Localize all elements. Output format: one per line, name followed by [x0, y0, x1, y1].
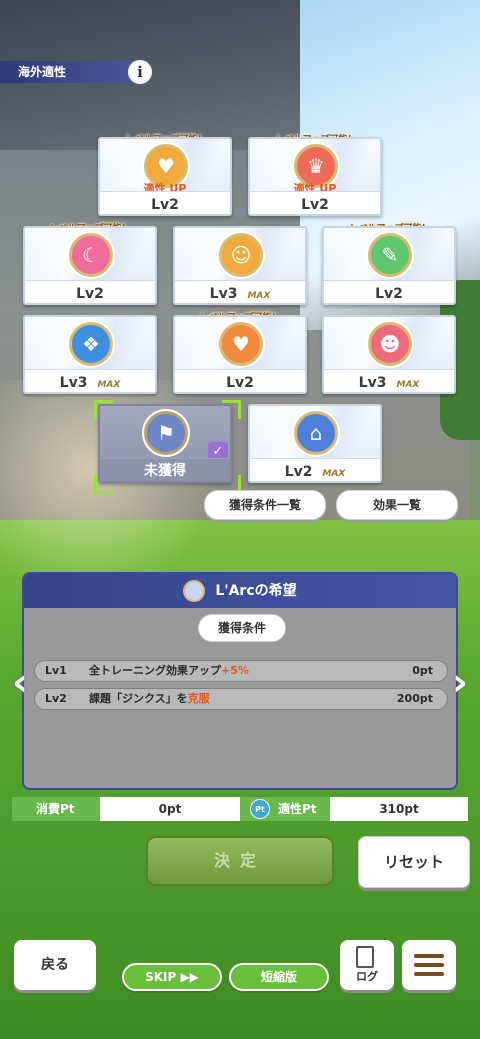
card-level: Lv3 — [59, 375, 88, 391]
card-level: Lv2 — [375, 286, 403, 302]
flag-icon: ⚑ — [144, 411, 188, 455]
panel-title: L'Arcの希望 — [215, 583, 297, 599]
card-level: 未獲得 — [144, 463, 186, 479]
detail-panel: L'Arcの希望 獲得条件 Lv1 全トレーニング効果アップ+5% 0pt Lv… — [22, 572, 458, 790]
back-button[interactable]: 戻る — [14, 940, 96, 990]
card-level: Lv2 — [226, 375, 254, 391]
selection-bracket — [222, 400, 241, 419]
card-level: Lv3 — [209, 286, 238, 302]
flag-icon — [183, 580, 206, 602]
aptitude-card-2[interactable]: ♛ 適性 UP Lv2 — [248, 137, 382, 216]
condition-row: Lv2 課題「ジンクス」を克服 200pt — [34, 688, 448, 710]
chevron-left-icon[interactable]: ‹ — [8, 660, 32, 704]
card-level: Lv2 — [76, 286, 104, 302]
aptitude-card-1[interactable]: ♥ 適性 UP Lv2 — [98, 137, 232, 216]
selection-bracket — [94, 475, 113, 494]
max-badge: MAX — [97, 380, 121, 390]
rabbit-icon: ☺ — [219, 233, 263, 277]
card-level: Lv3 — [358, 375, 387, 391]
pt-coin-icon: Pt — [250, 799, 270, 819]
aptitude-card-8[interactable]: ☻ Lv3 MAX — [322, 315, 456, 394]
chevron-right-icon[interactable]: › — [448, 660, 472, 704]
moon-icon: ☾ — [69, 233, 113, 277]
aptitude-card-5[interactable]: ✎ Lv2 — [322, 226, 456, 305]
menu-button[interactable] — [402, 940, 456, 990]
aptitude-card-4[interactable]: ☺ Lv3 MAX — [173, 226, 307, 305]
skip-button[interactable]: SKIP ▶▶ — [122, 963, 222, 991]
conditions-list-button[interactable]: 獲得条件一覧 — [204, 490, 326, 520]
row-highlight: 克服 — [187, 692, 210, 705]
aptitude-card-10[interactable]: ⌂ Lv2 MAX — [248, 404, 382, 483]
row-level: Lv1 — [45, 664, 67, 677]
cost-points-value: 0pt — [100, 797, 240, 821]
aptitude-card-7[interactable]: ♥ Lv2 — [173, 315, 307, 394]
max-badge: MAX — [396, 380, 420, 390]
effects-list-button[interactable]: 効果一覧 — [336, 490, 458, 520]
log-button[interactable]: ログ — [340, 940, 394, 990]
info-icon[interactable]: i — [128, 60, 152, 84]
log-label: ログ — [356, 970, 378, 983]
max-badge: MAX — [322, 469, 346, 479]
chat-icon: ✎ — [368, 233, 412, 277]
document-icon — [356, 946, 374, 968]
row-level: Lv2 — [45, 692, 67, 705]
aptitude-card-3[interactable]: ☾ Lv2 — [23, 226, 157, 305]
heart-icon: ♥ — [219, 322, 263, 366]
row-points: 200pt — [396, 692, 433, 705]
decide-button[interactable]: 決定 — [146, 836, 334, 886]
panel-header: L'Arcの希望 — [24, 574, 456, 608]
row-points: 0pt — [412, 664, 433, 677]
row-highlight: +5% — [221, 664, 249, 677]
card-level: Lv2 — [151, 197, 179, 213]
row-text: 課題「ジンクス」を — [89, 692, 188, 705]
card-level: Lv2 — [301, 197, 329, 213]
aptitude-card-6[interactable]: ❖ Lv3 MAX — [23, 315, 157, 394]
max-badge: MAX — [247, 291, 271, 301]
reset-button[interactable]: リセット — [358, 836, 470, 888]
cost-points-label: 消費Pt — [12, 797, 100, 821]
aptitude-card-locked[interactable]: ⚑ ✓ 未獲得 — [98, 404, 232, 483]
face-icon: ☻ — [368, 322, 412, 366]
arch-icon: ⌂ — [294, 411, 338, 455]
menu-icon — [414, 954, 444, 958]
cube-icon: ❖ — [69, 322, 113, 366]
short-version-button[interactable]: 短縮版 — [229, 963, 329, 991]
conditions-tab[interactable]: 獲得条件 — [198, 614, 286, 642]
selection-bracket — [94, 400, 113, 419]
aptitude-points-value: 310pt — [330, 797, 468, 821]
card-level: Lv2 — [284, 464, 313, 480]
row-text: 全トレーニング効果アップ — [89, 664, 221, 677]
condition-row: Lv1 全トレーニング効果アップ+5% 0pt — [34, 660, 448, 682]
